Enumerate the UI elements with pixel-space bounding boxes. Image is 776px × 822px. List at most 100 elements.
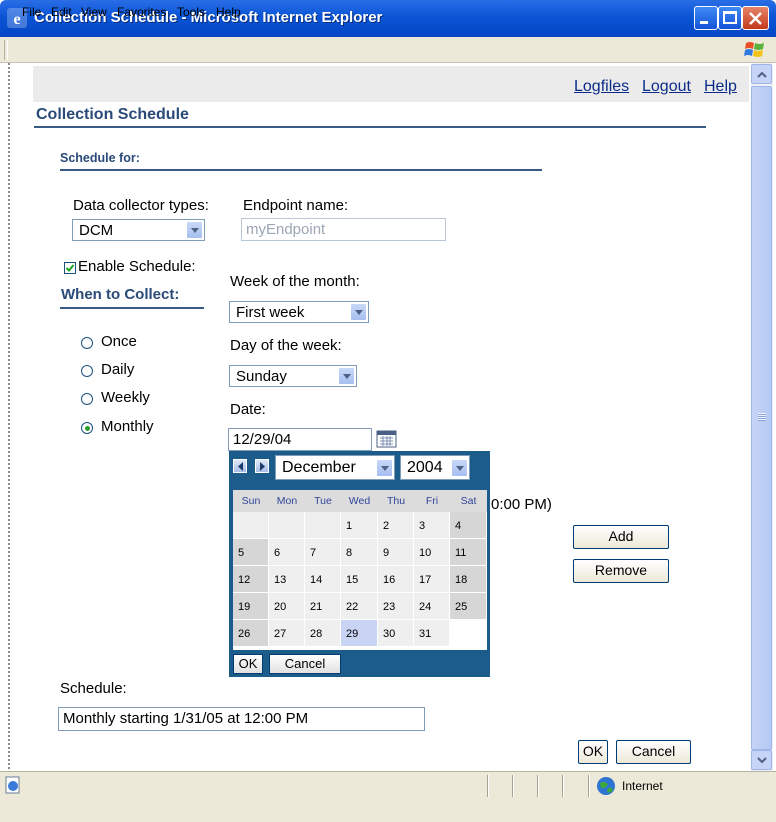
radio-weekly[interactable] bbox=[81, 393, 93, 405]
calendar-day[interactable]: 30 bbox=[378, 620, 414, 647]
enable-schedule-label: Enable Schedule: bbox=[78, 258, 196, 275]
calendar-day[interactable]: 24 bbox=[414, 593, 450, 620]
calendar-cancel-button[interactable]: Cancel bbox=[269, 654, 341, 674]
internet-zone-icon bbox=[597, 777, 615, 795]
calendar-day[interactable]: 28 bbox=[305, 620, 341, 647]
calendar-icon[interactable] bbox=[376, 429, 398, 449]
month-select[interactable]: December bbox=[275, 455, 395, 480]
calendar-day[interactable]: 5 bbox=[233, 539, 269, 566]
calendar-ok-button[interactable]: OK bbox=[233, 654, 263, 674]
calendar-day[interactable]: 22 bbox=[341, 593, 378, 620]
day-of-week-select[interactable]: Sunday bbox=[229, 365, 357, 387]
calendar-day[interactable]: 3 bbox=[414, 512, 450, 539]
calendar-day[interactable]: 6 bbox=[269, 539, 305, 566]
calendar-day[interactable]: 2 bbox=[378, 512, 414, 539]
menu-file[interactable]: File bbox=[22, 5, 41, 19]
next-month-button[interactable] bbox=[255, 459, 269, 473]
calendar-day[interactable]: 14 bbox=[305, 566, 341, 593]
status-separator bbox=[537, 775, 539, 797]
weekday-header: Tue bbox=[305, 490, 341, 512]
help-link[interactable]: Help bbox=[704, 78, 737, 96]
weekday-header: Fri bbox=[414, 490, 450, 512]
schedule-label: Schedule: bbox=[60, 680, 127, 697]
status-separator bbox=[562, 775, 564, 797]
month-value: December bbox=[282, 459, 356, 476]
calendar-day[interactable]: 7 bbox=[305, 539, 341, 566]
remove-button[interactable]: Remove bbox=[573, 559, 669, 583]
status-separator bbox=[588, 775, 590, 797]
date-input[interactable]: 12/29/04 bbox=[228, 428, 372, 451]
calendar-day[interactable]: 13 bbox=[269, 566, 305, 593]
menu-view[interactable]: View bbox=[81, 5, 107, 19]
logout-link[interactable]: Logout bbox=[642, 78, 691, 96]
schedule-summary-value: Monthly starting 1/31/05 at 12:00 PM bbox=[63, 710, 309, 727]
calendar-day[interactable]: 27 bbox=[269, 620, 305, 647]
weekday-header: Sat bbox=[450, 490, 487, 512]
chevron-down-icon bbox=[338, 367, 355, 385]
scroll-thumb[interactable] bbox=[751, 86, 772, 750]
ok-button[interactable]: OK bbox=[578, 740, 608, 764]
calendar-day[interactable]: 11 bbox=[450, 539, 487, 566]
svg-text:e: e bbox=[13, 11, 20, 28]
calendar-day[interactable]: 9 bbox=[378, 539, 414, 566]
calendar-day[interactable]: 1 bbox=[341, 512, 378, 539]
weekday-header: Thu bbox=[378, 490, 414, 512]
maximize-icon bbox=[723, 11, 737, 24]
chevron-down-icon bbox=[451, 459, 468, 477]
menu-favorites[interactable]: Favorites bbox=[117, 5, 166, 19]
menu-edit[interactable]: Edit bbox=[51, 5, 72, 19]
calendar-day[interactable]: 20 bbox=[269, 593, 305, 620]
radio-daily[interactable] bbox=[81, 365, 93, 377]
when-divider bbox=[60, 307, 204, 309]
title-divider bbox=[34, 126, 706, 128]
week-of-month-value: First week bbox=[236, 304, 305, 321]
calendar-day[interactable]: 4 bbox=[450, 512, 487, 539]
calendar-day[interactable]: 16 bbox=[378, 566, 414, 593]
calendar-day[interactable]: 19 bbox=[233, 593, 269, 620]
calendar-day[interactable]: 15 bbox=[341, 566, 378, 593]
collector-type-label: Data collector types: bbox=[73, 197, 209, 214]
frame-divider bbox=[8, 63, 10, 771]
status-separator bbox=[487, 775, 489, 797]
radio-once[interactable] bbox=[81, 337, 93, 349]
calendar-day[interactable]: 21 bbox=[305, 593, 341, 620]
calendar-day[interactable]: 12 bbox=[233, 566, 269, 593]
scroll-up-button[interactable] bbox=[751, 64, 772, 84]
chevron-left-icon bbox=[238, 462, 243, 471]
cancel-button[interactable]: Cancel bbox=[616, 740, 691, 764]
prev-month-button[interactable] bbox=[233, 459, 247, 473]
calendar-day[interactable]: 18 bbox=[450, 566, 487, 593]
menu-bar bbox=[0, 37, 776, 63]
calendar-day[interactable]: 25 bbox=[450, 593, 487, 620]
calendar-day[interactable]: 31 bbox=[414, 620, 450, 647]
collector-type-select[interactable]: DCM bbox=[72, 219, 205, 241]
year-select[interactable]: 2004 bbox=[400, 455, 470, 480]
weekday-header: Mon bbox=[269, 490, 305, 512]
radio-daily-label: Daily bbox=[101, 361, 135, 378]
menu-tools[interactable]: Tools bbox=[177, 5, 205, 19]
calendar-day[interactable]: 29 bbox=[341, 620, 378, 647]
endpoint-input[interactable]: myEndpoint bbox=[241, 218, 446, 241]
radio-monthly[interactable] bbox=[81, 422, 93, 434]
logfiles-link[interactable]: Logfiles bbox=[574, 78, 629, 96]
calendar-day[interactable]: 8 bbox=[341, 539, 378, 566]
add-button[interactable]: Add bbox=[573, 525, 669, 549]
calendar-day[interactable]: 26 bbox=[233, 620, 269, 647]
left-frame bbox=[0, 63, 24, 771]
enable-schedule-checkbox[interactable] bbox=[64, 262, 76, 274]
schedule-summary-field[interactable]: Monthly starting 1/31/05 at 12:00 PM bbox=[58, 707, 425, 731]
scroll-down-button[interactable] bbox=[751, 750, 772, 770]
calendar-day[interactable]: 17 bbox=[414, 566, 450, 593]
week-of-month-select[interactable]: First week bbox=[229, 301, 369, 323]
radio-monthly-label: Monthly bbox=[101, 418, 154, 435]
minimize-button[interactable] bbox=[694, 6, 718, 30]
close-button[interactable] bbox=[742, 6, 769, 30]
calendar-day[interactable]: 10 bbox=[414, 539, 450, 566]
weekday-header: Sun bbox=[233, 490, 269, 512]
chevron-down-icon bbox=[350, 303, 367, 321]
collector-type-value: DCM bbox=[79, 222, 114, 239]
maximize-button[interactable] bbox=[718, 6, 742, 30]
thumb-grip-icon bbox=[758, 413, 766, 421]
calendar-day[interactable]: 23 bbox=[378, 593, 414, 620]
menu-help[interactable]: Help bbox=[216, 5, 241, 19]
